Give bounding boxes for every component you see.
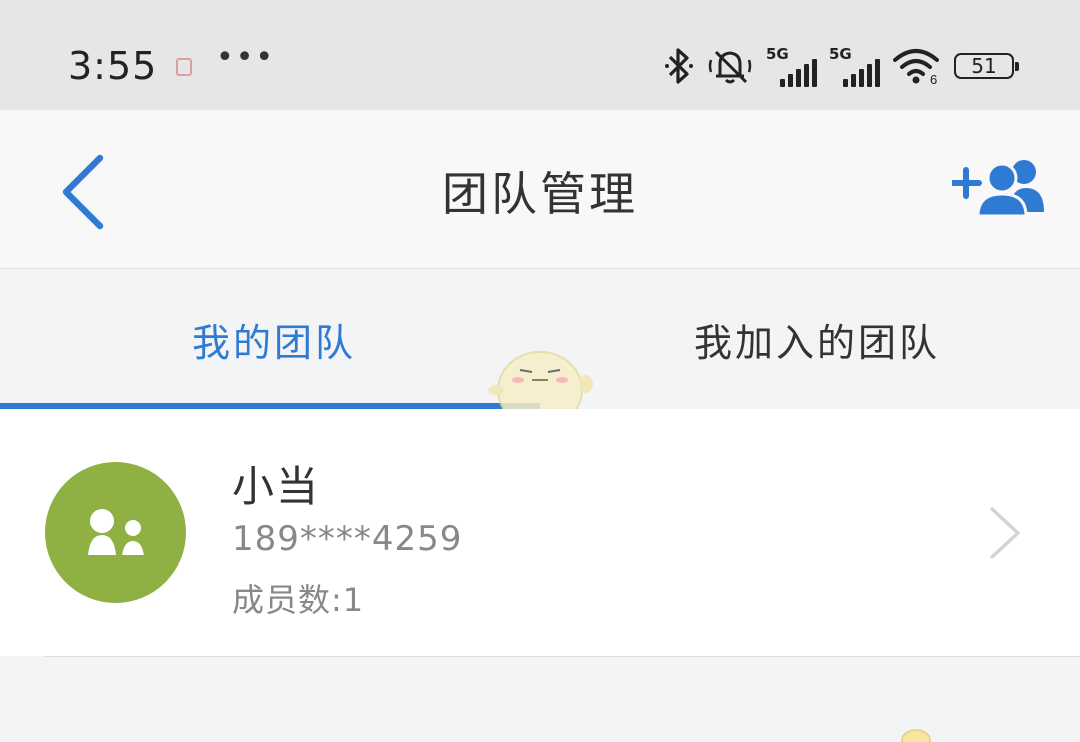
page-title: 团队管理 (442, 167, 638, 221)
add-team-member-button[interactable] (950, 156, 1052, 226)
wifi-icon: 6 (893, 49, 939, 86)
team-avatar-icon (88, 509, 147, 557)
list-divider (45, 656, 1080, 657)
header: 团队管理 (0, 110, 1080, 269)
battery-icon: 51 (954, 53, 1019, 79)
status-bar: 3:55 ••• 5G 5G 6 51 (0, 0, 1080, 110)
team-phone: 189****4259 (232, 519, 463, 559)
status-time: 3:55 (68, 44, 158, 88)
team-member-count: 成员数:1 (232, 581, 365, 619)
battery-level: 51 (971, 54, 997, 78)
notification-app-icon (176, 58, 192, 76)
tab-joined-teams[interactable]: 我加入的团队 (540, 269, 1080, 409)
status-icons: 5G 5G 6 51 (662, 44, 1019, 88)
mascot-peek-icon (901, 729, 931, 742)
network-type-1: 5G (766, 45, 789, 63)
team-list: 小当 189****4259 成员数:1 (0, 409, 1080, 656)
tab-my-teams-label: 我的团队 (192, 320, 357, 365)
team-avatar (45, 462, 186, 603)
signal-2-icon: 5G (829, 45, 880, 87)
team-name: 小当 (232, 462, 321, 511)
wifi-badge: 6 (930, 72, 937, 86)
status-more-indicator: ••• (216, 40, 276, 75)
add-team-member-icon (950, 160, 1044, 218)
bluetooth-icon (665, 48, 693, 84)
team-list-item[interactable]: 小当 189****4259 成员数:1 (0, 409, 1080, 656)
tab-joined-teams-label: 我加入的团队 (694, 320, 941, 365)
mute-icon (708, 50, 752, 84)
chevron-right-icon (990, 507, 1020, 559)
network-type-2: 5G (829, 45, 852, 63)
signal-1-icon: 5G (766, 45, 817, 87)
tab-my-teams[interactable]: 我的团队 (0, 269, 540, 409)
